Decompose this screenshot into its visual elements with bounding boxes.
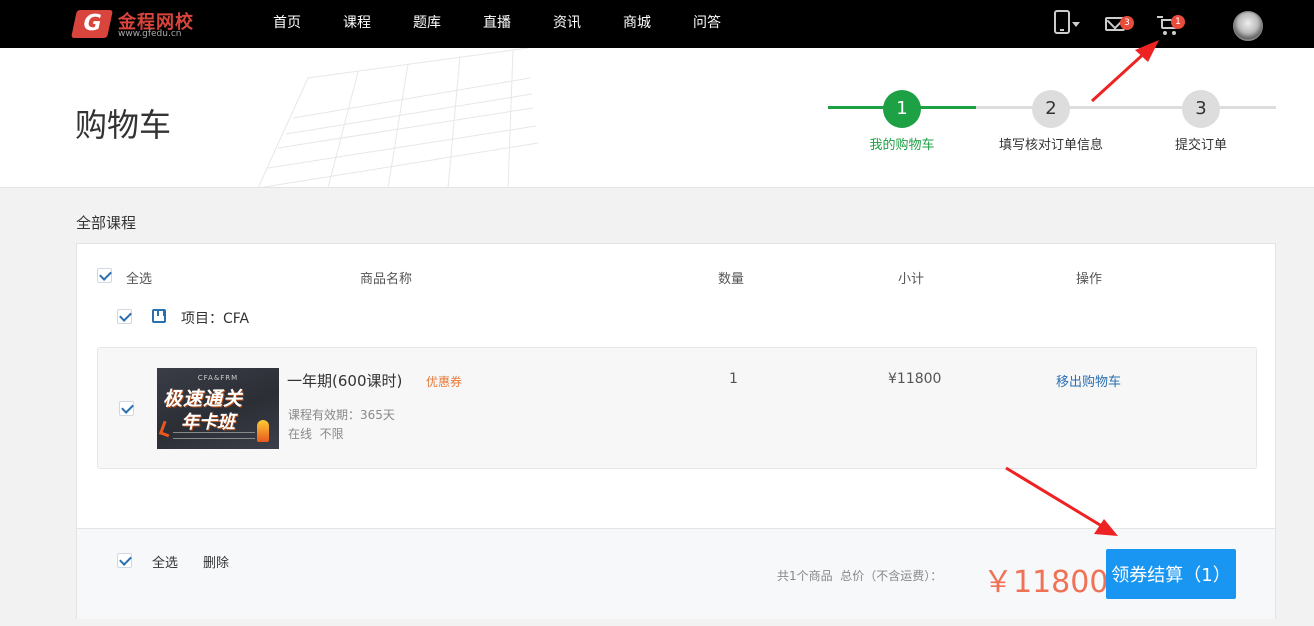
select-all-checkbox[interactable] bbox=[97, 268, 112, 283]
item-subtotal: ¥11800 bbox=[888, 371, 942, 387]
project-checkbox[interactable] bbox=[117, 309, 132, 324]
total-price: ￥11800 bbox=[983, 565, 1109, 600]
step-3-label: 提交订单 bbox=[1174, 138, 1227, 153]
logo[interactable]: G 金程网校 www.gfedu.cn bbox=[71, 8, 204, 40]
thumb-line-2: 年卡班 bbox=[181, 412, 235, 433]
step-3-circle: 3 bbox=[1182, 90, 1220, 128]
nav-item-qa[interactable]: 问答 bbox=[672, 0, 742, 48]
logo-url: www.gfedu.cn bbox=[118, 29, 182, 39]
cart-item-row: CFA&FRM 极速通关 年卡班 一年期(600课时) 优惠券 课程有效期：36… bbox=[97, 347, 1257, 469]
checkout-steps: 1 2 3 我的购物车 填写核对订单信息 提交订单 bbox=[828, 90, 1276, 160]
bookmark-icon bbox=[152, 309, 166, 323]
thumb-strip bbox=[173, 432, 255, 439]
item-validity: 课程有效期：365天 bbox=[288, 408, 395, 422]
step-1-label: 我的购物车 bbox=[869, 138, 935, 153]
item-quantity: 1 bbox=[729, 371, 738, 387]
chevron-icon bbox=[158, 420, 174, 438]
thumb-top-text: CFA&FRM bbox=[197, 374, 239, 382]
item-mode: 在线 不限 bbox=[288, 427, 344, 441]
delete-button[interactable]: 删除 bbox=[203, 552, 229, 571]
rocket-icon bbox=[257, 420, 269, 442]
project-label: 项目：CFA bbox=[181, 311, 250, 327]
step-2-label: 填写核对订单信息 bbox=[998, 138, 1103, 153]
nav-item-news[interactable]: 资讯 bbox=[532, 0, 602, 48]
checkout-button[interactable]: 领券结算（1） bbox=[1106, 549, 1236, 599]
header-subtotal: 小计 bbox=[898, 272, 925, 287]
header-quantity: 数量 bbox=[718, 272, 745, 287]
mobile-phone-icon[interactable] bbox=[1054, 10, 1070, 34]
section-title: 全部课程 bbox=[76, 214, 137, 232]
page-header: 购物车 1 2 3 我的购物车 填写核对订单信息 提交订单 bbox=[0, 48, 1314, 188]
thumb-line-1: 极速通关 bbox=[163, 388, 244, 410]
nav-item-question-bank[interactable]: 题库 bbox=[392, 0, 462, 48]
nav-item-home[interactable]: 首页 bbox=[252, 0, 322, 48]
nav-item-courses[interactable]: 课程 bbox=[322, 0, 392, 48]
cart-footer: 全选 删除 共1个商品 总价（不含运费）： ￥11800 领券结算（1） bbox=[77, 528, 1275, 619]
avatar[interactable] bbox=[1233, 11, 1263, 41]
footer-select-all-checkbox[interactable] bbox=[117, 553, 132, 568]
mail-count-badge: 3 bbox=[1120, 16, 1134, 30]
top-icons: 3 1 bbox=[1014, 0, 1314, 48]
item-title[interactable]: 一年期(600课时) bbox=[287, 370, 402, 391]
step-1-circle: 1 bbox=[883, 90, 921, 128]
header-product-name: 商品名称 bbox=[360, 272, 413, 287]
nav-item-live[interactable]: 直播 bbox=[462, 0, 532, 48]
header-action: 操作 bbox=[1076, 272, 1103, 287]
decorative-building-graphic bbox=[257, 48, 539, 187]
cart-count-badge: 1 bbox=[1171, 15, 1185, 29]
coupon-link[interactable]: 优惠券 bbox=[426, 373, 462, 390]
item-checkbox[interactable] bbox=[119, 401, 134, 416]
chevron-down-icon[interactable] bbox=[1072, 22, 1080, 27]
course-thumbnail[interactable]: CFA&FRM 极速通关 年卡班 bbox=[157, 368, 279, 449]
main-nav: 首页 课程 题库 直播 资讯 商城 问答 bbox=[252, 0, 742, 48]
cart-panel: 全选 商品名称 数量 小计 操作 项目：CFA CFA&FRM 极速通关 年卡班… bbox=[76, 243, 1276, 619]
order-summary: 共1个商品 总价（不含运费）： bbox=[777, 569, 943, 583]
nav-item-mall[interactable]: 商城 bbox=[602, 0, 672, 48]
step-2-circle: 2 bbox=[1032, 90, 1070, 128]
top-navbar: G 金程网校 www.gfedu.cn 首页 课程 题库 直播 资讯 商城 问答… bbox=[0, 0, 1314, 48]
page-title: 购物车 bbox=[75, 106, 172, 144]
remove-from-cart-link[interactable]: 移出购物车 bbox=[1056, 371, 1121, 390]
footer-select-all-label[interactable]: 全选 bbox=[152, 552, 178, 571]
logo-mark-icon: G bbox=[71, 10, 113, 38]
select-all-label[interactable]: 全选 bbox=[126, 268, 152, 287]
